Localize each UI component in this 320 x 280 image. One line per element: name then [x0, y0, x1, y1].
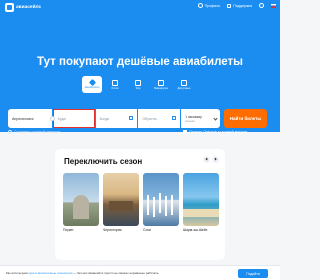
cookie-text: Мы используем куки и аналогичные техноло…: [6, 271, 159, 275]
phuket-image: [63, 173, 99, 226]
language-selector[interactable]: [271, 3, 276, 8]
chevron-left-icon: [205, 157, 209, 162]
cookie-banner: Мы используем куки и аналогичные техноло…: [0, 265, 280, 280]
destination-placeholder: Куда: [57, 116, 66, 121]
sharm-image: [183, 173, 219, 226]
destination-name: Сочи: [143, 228, 151, 232]
chevron-down-icon: [213, 116, 218, 121]
profile-label: Профиль: [204, 3, 221, 8]
plane-icon: [88, 78, 96, 87]
season-title: Переключить сезон: [64, 157, 143, 166]
tab-label: Авиабилеты: [84, 86, 100, 89]
support-label: Поддержка: [233, 3, 252, 8]
destination-name: Черногория: [103, 228, 122, 232]
category-tabs: Авиабилеты Отели Ж/д Маршрутка Досуговые: [82, 76, 194, 93]
page-title: Тут покупают дешёвые авиабилеты: [37, 56, 243, 68]
destination-name: Шарм-эш-Шейх: [183, 228, 208, 232]
passengers-field[interactable]: 1 пассажир эконом: [181, 109, 220, 128]
logo-text: авиасейлс: [16, 5, 42, 10]
destination-card-montenegro[interactable]: Черногория: [103, 173, 139, 232]
chevron-right-icon: [213, 157, 217, 162]
return-date-field[interactable]: Обратно: [138, 109, 181, 128]
ostrovok-checkbox[interactable]: [183, 130, 187, 134]
cookie-prefix: Мы используем: [6, 271, 29, 275]
sochi-image: [143, 173, 179, 226]
cookie-suffix: — без них Авиасейлс просто не сможет нор…: [72, 271, 160, 275]
tab-leisure[interactable]: Досуговые: [174, 76, 194, 93]
route-icon: [8, 130, 12, 134]
tab-label: Отели: [111, 86, 119, 90]
search-form: Апресиловск Куда Когда Обратно 1 пассажи…: [8, 109, 220, 128]
ticket-icon: [181, 79, 187, 86]
destination-card-sochi[interactable]: Сочи: [143, 173, 179, 232]
logo-icon: [5, 3, 14, 12]
hotel-icon: [112, 79, 118, 86]
top-right-menu: Профиль Поддержка: [197, 3, 276, 8]
profile-link[interactable]: Профиль: [197, 3, 221, 8]
globe-icon: [259, 3, 264, 8]
montenegro-image: [103, 173, 139, 226]
depart-date-field[interactable]: Когда: [95, 109, 138, 128]
support-icon: [227, 3, 232, 8]
train-icon: [135, 79, 141, 86]
ostrovok-option[interactable]: Открыть Ostrovok.ru в новой вкладке: [183, 130, 247, 134]
season-card: Переключить сезон Пхукет Черногория Сочи…: [55, 149, 225, 260]
next-button[interactable]: [212, 156, 219, 163]
support-link[interactable]: Поддержка: [227, 3, 252, 8]
cookie-accept-button[interactable]: Подойти: [238, 269, 268, 278]
calendar-icon: [129, 116, 134, 120]
destination-field[interactable]: Куда: [52, 109, 95, 128]
tab-label: Ж/д: [135, 86, 141, 90]
destination-name: Пхукет: [63, 228, 74, 232]
tab-label: Маршрутка: [154, 86, 168, 90]
cookie-link[interactable]: куки и аналогичные технологии: [29, 271, 73, 275]
swap-icon[interactable]: [49, 116, 55, 121]
find-tickets-button[interactable]: Найти билеты: [224, 109, 267, 128]
calendar-icon: [172, 116, 177, 120]
logo[interactable]: авиасейлс: [5, 3, 41, 12]
prev-button[interactable]: [203, 156, 210, 163]
destination-card-sharm[interactable]: Шарм-эш-Шейх: [183, 173, 219, 232]
region-selector[interactable]: [259, 3, 264, 8]
tab-trains[interactable]: Ж/д: [128, 76, 148, 93]
tab-buses[interactable]: Маршрутка: [151, 76, 171, 93]
ostrovok-label: Открыть Ostrovok.ru в новой вкладке: [189, 130, 248, 134]
destination-card-phuket[interactable]: Пхукет: [63, 173, 99, 232]
bus-icon: [158, 79, 164, 86]
tab-flights[interactable]: Авиабилеты: [82, 76, 102, 93]
tab-hotels[interactable]: Отели: [105, 76, 125, 93]
class-value: эконом: [185, 118, 195, 123]
return-placeholder: Обратно: [142, 116, 157, 121]
tab-label: Досуговые: [177, 86, 191, 90]
origin-field[interactable]: Апресиловск: [8, 109, 55, 128]
depart-placeholder: Когда: [99, 116, 109, 121]
origin-value: Апресиловск: [12, 116, 34, 121]
compose-route-label: Составить сложный маршрут: [14, 130, 61, 134]
top-bar: авиасейлс Профиль Поддержка: [0, 0, 280, 14]
compose-route-link[interactable]: Составить сложный маршрут: [8, 130, 60, 134]
carousel-nav: [203, 156, 219, 163]
russia-flag-icon: [271, 3, 276, 8]
destination-cards: Пхукет Черногория Сочи Шарм-эш-Шейх: [63, 173, 219, 232]
user-icon: [197, 3, 203, 8]
